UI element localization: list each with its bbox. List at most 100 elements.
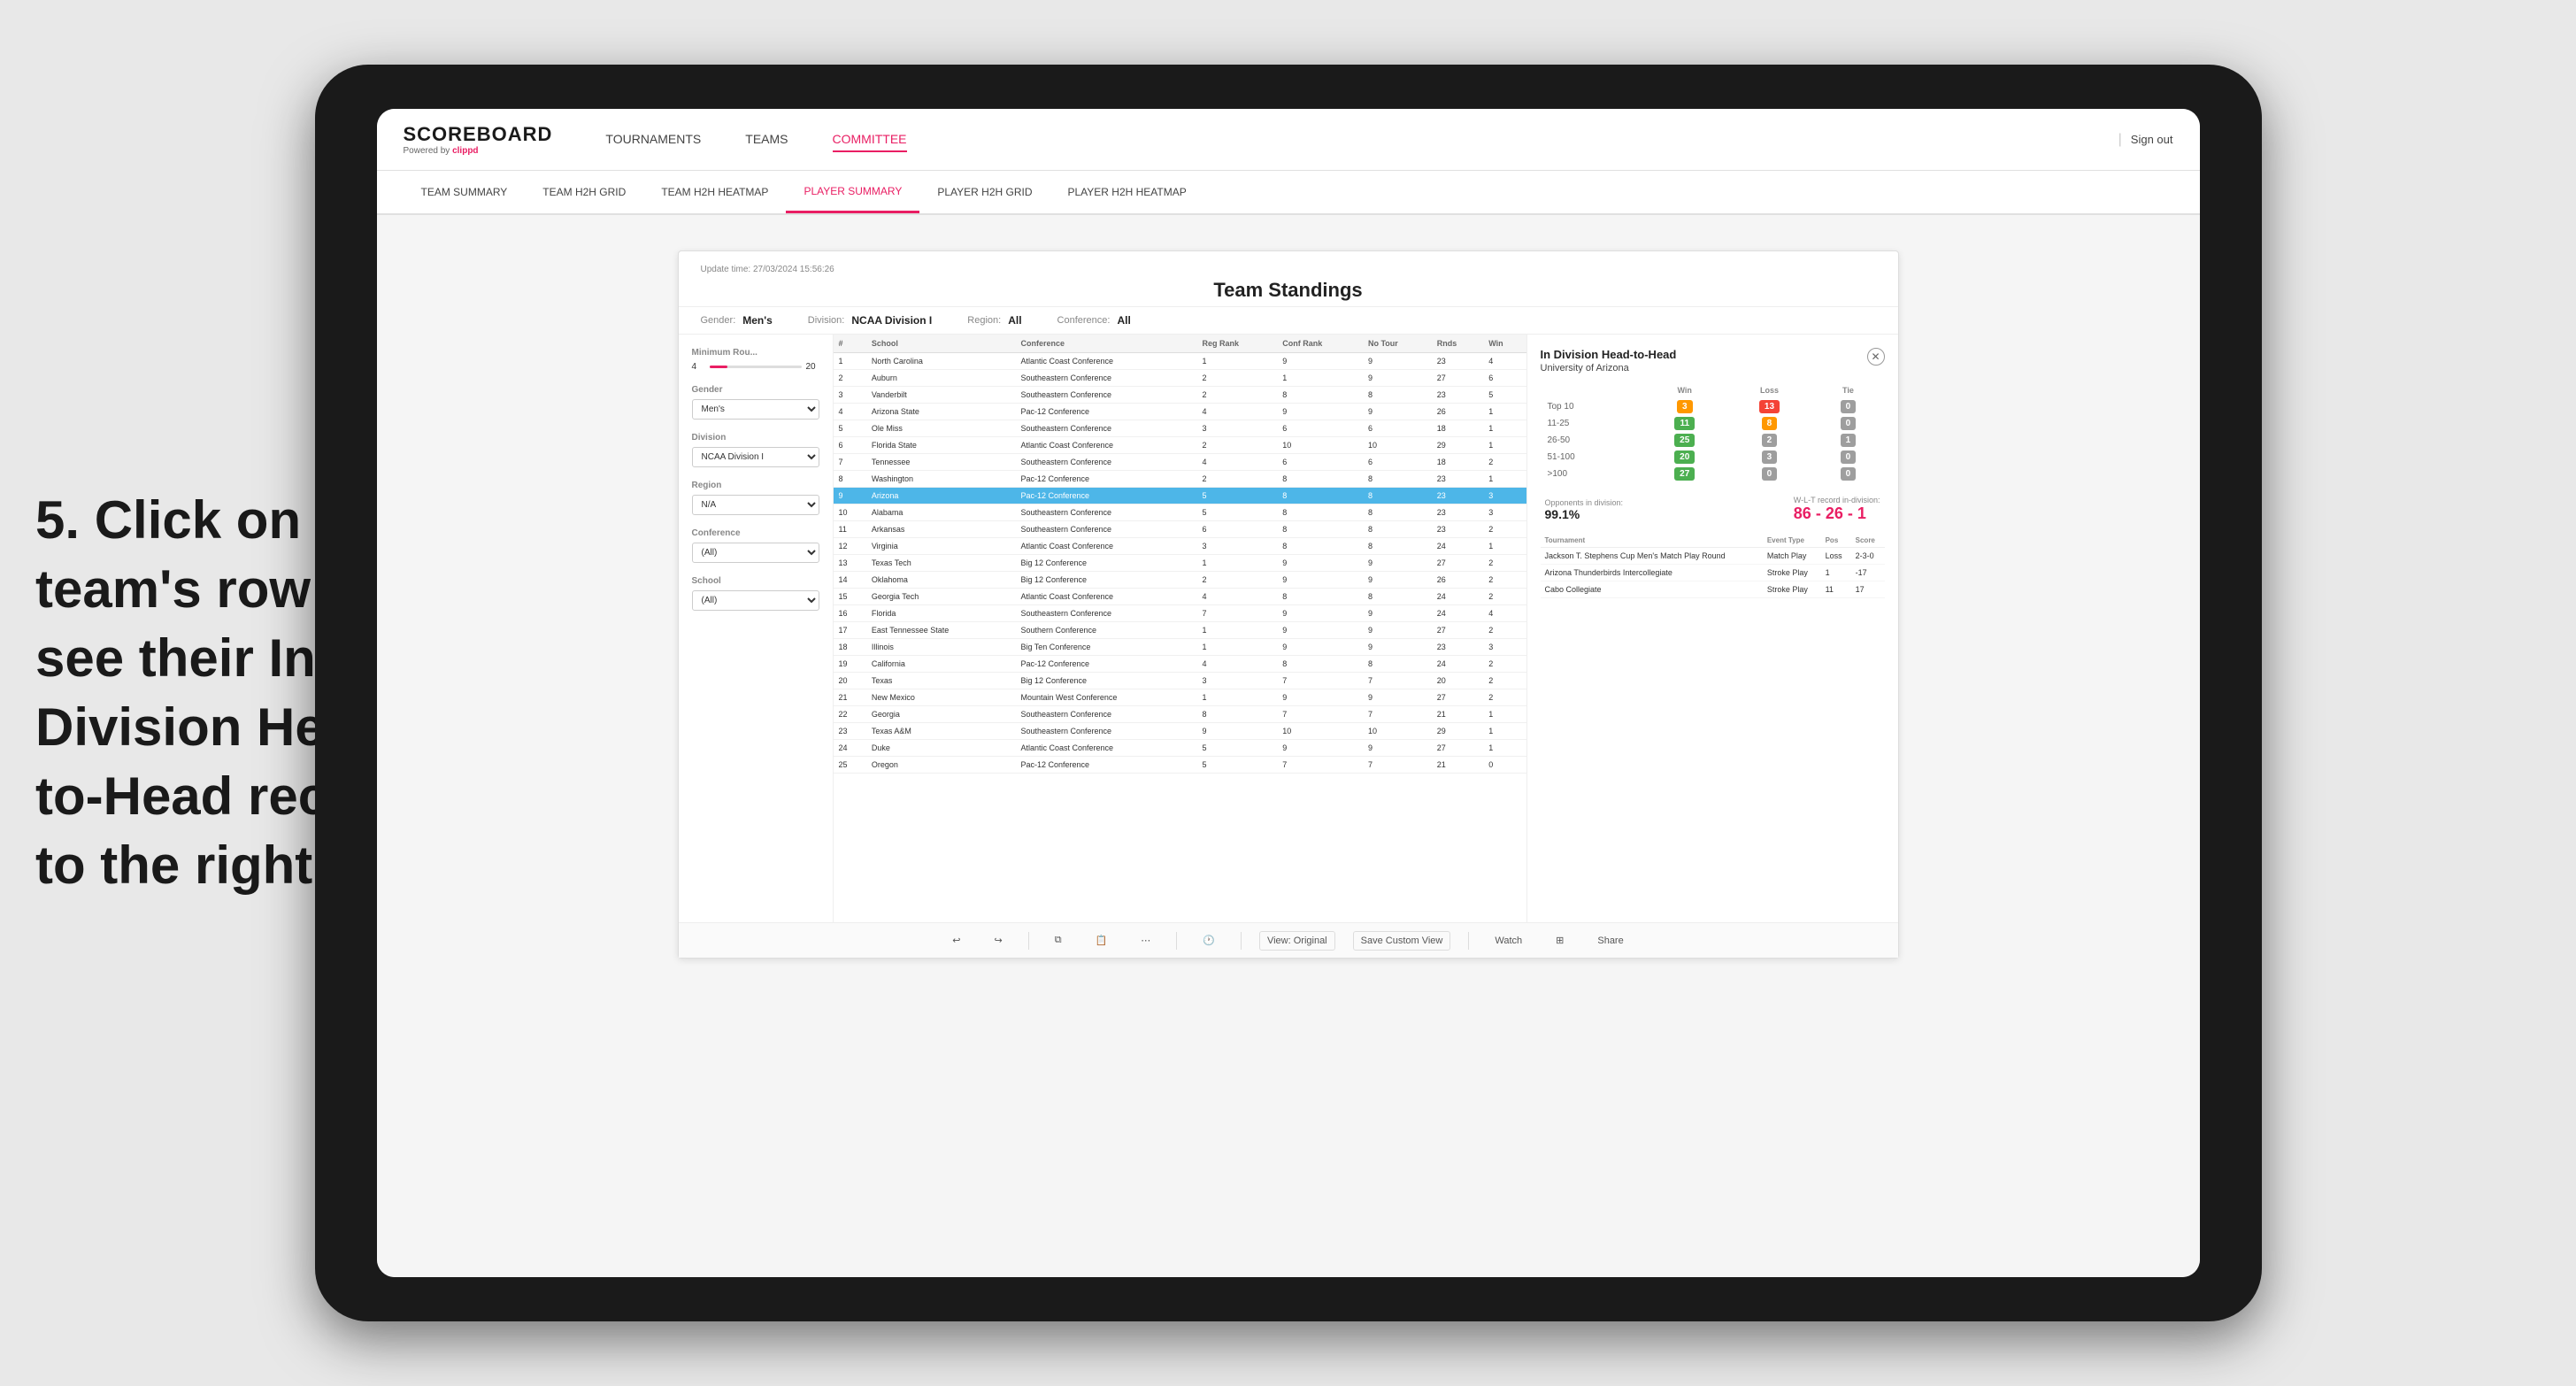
cell-no-tour: 8	[1363, 589, 1432, 605]
h2h-col-loss: Loss	[1727, 382, 1812, 398]
table-row[interactable]: 13 Texas Tech Big 12 Conference 1 9 9 27…	[834, 555, 1526, 572]
table-row[interactable]: 8 Washington Pac-12 Conference 2 8 8 23 …	[834, 471, 1526, 488]
tour-col-name: Tournament	[1541, 534, 1763, 548]
cell-conference: Southeastern Conference	[1015, 605, 1196, 622]
toolbar-divider-2	[1176, 932, 1177, 950]
tour-score: 17	[1851, 581, 1885, 598]
cell-conf-rank: 9	[1277, 404, 1363, 420]
region-value: All	[1008, 314, 1021, 327]
cell-conference: Southeastern Conference	[1015, 420, 1196, 437]
sidebar-school: School (All)	[692, 576, 819, 611]
app-header: Update time: 27/03/2024 15:56:26 Team St…	[679, 251, 1898, 307]
sub-nav-team-h2h-heatmap[interactable]: TEAM H2H HEATMAP	[643, 171, 786, 213]
table-row[interactable]: 25 Oregon Pac-12 Conference 5 7 7 21 0	[834, 757, 1526, 774]
copy-button[interactable]: ⧉	[1047, 930, 1070, 951]
watch-button[interactable]: Watch	[1487, 931, 1530, 951]
nav-tournaments[interactable]: TOURNAMENTS	[605, 127, 701, 152]
sidebar-division: Division NCAA Division I	[692, 433, 819, 467]
view-original-button[interactable]: View: Original	[1259, 931, 1335, 951]
table-row[interactable]: 24 Duke Atlantic Coast Conference 5 9 9 …	[834, 740, 1526, 757]
region-select[interactable]: N/A	[692, 495, 819, 515]
nav-committee[interactable]: COMMITTEE	[833, 127, 907, 152]
nav-teams[interactable]: TEAMS	[745, 127, 788, 152]
save-custom-button[interactable]: Save Custom View	[1353, 931, 1451, 951]
sub-nav-player-summary[interactable]: PLAYER SUMMARY	[786, 171, 919, 213]
table-row[interactable]: 2 Auburn Southeastern Conference 2 1 9 2…	[834, 370, 1526, 387]
cell-reg-rank: 1	[1197, 353, 1278, 370]
cell-conference: Southeastern Conference	[1015, 504, 1196, 521]
close-panel-button[interactable]: ✕	[1867, 348, 1885, 366]
sub-nav-team-h2h-grid[interactable]: TEAM H2H GRID	[525, 171, 643, 213]
region-label: Region:	[967, 315, 1001, 326]
table-row[interactable]: 22 Georgia Southeastern Conference 8 7 7…	[834, 706, 1526, 723]
sub-nav-team-summary[interactable]: TEAM SUMMARY	[404, 171, 526, 213]
cell-conf-rank: 10	[1277, 723, 1363, 740]
grid-button[interactable]: ⊞	[1548, 930, 1572, 951]
table-row[interactable]: 9 Arizona Pac-12 Conference 5 8 8 23 3	[834, 488, 1526, 504]
cell-reg-rank: 1	[1197, 622, 1278, 639]
cell-win: 2	[1483, 656, 1526, 673]
table-row[interactable]: 5 Ole Miss Southeastern Conference 3 6 6…	[834, 420, 1526, 437]
sidebar: Minimum Rou... 4 20 Gender	[679, 335, 834, 922]
cell-conf-rank: 7	[1277, 673, 1363, 689]
sub-nav-player-h2h-heatmap[interactable]: PLAYER H2H HEATMAP	[1050, 171, 1204, 213]
cell-rnds: 29	[1432, 723, 1484, 740]
cell-reg-rank: 5	[1197, 488, 1278, 504]
cell-conf-rank: 9	[1277, 689, 1363, 706]
division-select[interactable]: NCAA Division I	[692, 447, 819, 467]
cell-conference: Big Ten Conference	[1015, 639, 1196, 656]
cell-rank: 18	[834, 639, 866, 656]
gender-select[interactable]: Men's	[692, 399, 819, 420]
cell-rank: 9	[834, 488, 866, 504]
table-row[interactable]: 19 California Pac-12 Conference 4 8 8 24…	[834, 656, 1526, 673]
table-row[interactable]: 10 Alabama Southeastern Conference 5 8 8…	[834, 504, 1526, 521]
slider-track[interactable]	[710, 366, 802, 368]
table-row[interactable]: 15 Georgia Tech Atlantic Coast Conferenc…	[834, 589, 1526, 605]
cell-school: Auburn	[866, 370, 1016, 387]
school-select[interactable]: (All)	[692, 590, 819, 611]
h2h-win-cell: 3	[1642, 398, 1727, 415]
h2h-tie-cell: 0	[1811, 466, 1884, 482]
table-row[interactable]: 20 Texas Big 12 Conference 3 7 7 20 2	[834, 673, 1526, 689]
cell-rank: 3	[834, 387, 866, 404]
cell-rank: 5	[834, 420, 866, 437]
undo-button[interactable]: ↩	[944, 930, 968, 951]
h2h-row: Top 10 3 13 0	[1541, 398, 1885, 415]
cell-reg-rank: 5	[1197, 740, 1278, 757]
sign-out-button[interactable]: Sign out	[2131, 133, 2173, 146]
table-row[interactable]: 12 Virginia Atlantic Coast Conference 3 …	[834, 538, 1526, 555]
table-row[interactable]: 14 Oklahoma Big 12 Conference 2 9 9 26 2	[834, 572, 1526, 589]
tour-pos: 11	[1821, 581, 1851, 598]
clock-button[interactable]: 🕐	[1195, 930, 1223, 951]
cell-rnds: 29	[1432, 437, 1484, 454]
table-row[interactable]: 16 Florida Southeastern Conference 7 9 9…	[834, 605, 1526, 622]
tour-name: Cabo Collegiate	[1541, 581, 1763, 598]
table-row[interactable]: 7 Tennessee Southeastern Conference 4 6 …	[834, 454, 1526, 471]
table-row[interactable]: 4 Arizona State Pac-12 Conference 4 9 9 …	[834, 404, 1526, 420]
table-row[interactable]: 18 Illinois Big Ten Conference 1 9 9 23 …	[834, 639, 1526, 656]
redo-button[interactable]: ↪	[986, 930, 1010, 951]
cell-reg-rank: 1	[1197, 689, 1278, 706]
share-button[interactable]: Share	[1589, 931, 1631, 951]
tour-col-type: Event Type	[1763, 534, 1821, 548]
tour-name: Jackson T. Stephens Cup Men's Match Play…	[1541, 548, 1763, 565]
table-row[interactable]: 11 Arkansas Southeastern Conference 6 8 …	[834, 521, 1526, 538]
table-row[interactable]: 17 East Tennessee State Southern Confere…	[834, 622, 1526, 639]
cell-school: Texas Tech	[866, 555, 1016, 572]
cell-win: 1	[1483, 706, 1526, 723]
cell-reg-rank: 5	[1197, 757, 1278, 774]
cell-win: 2	[1483, 572, 1526, 589]
table-row[interactable]: 1 North Carolina Atlantic Coast Conferen…	[834, 353, 1526, 370]
paste-button[interactable]: 📋	[1088, 930, 1116, 951]
table-row[interactable]: 6 Florida State Atlantic Coast Conferenc…	[834, 437, 1526, 454]
table-row[interactable]: 3 Vanderbilt Southeastern Conference 2 8…	[834, 387, 1526, 404]
sub-nav-player-h2h-grid[interactable]: PLAYER H2H GRID	[919, 171, 1050, 213]
toolbar-divider-1	[1028, 932, 1029, 950]
table-row[interactable]: 21 New Mexico Mountain West Conference 1…	[834, 689, 1526, 706]
more-button[interactable]: ⋯	[1133, 930, 1158, 951]
h2h-tie-cell: 1	[1811, 432, 1884, 449]
cell-school: Arizona State	[866, 404, 1016, 420]
cell-rnds: 23	[1432, 353, 1484, 370]
conference-select[interactable]: (All)	[692, 543, 819, 563]
table-row[interactable]: 23 Texas A&M Southeastern Conference 9 1…	[834, 723, 1526, 740]
